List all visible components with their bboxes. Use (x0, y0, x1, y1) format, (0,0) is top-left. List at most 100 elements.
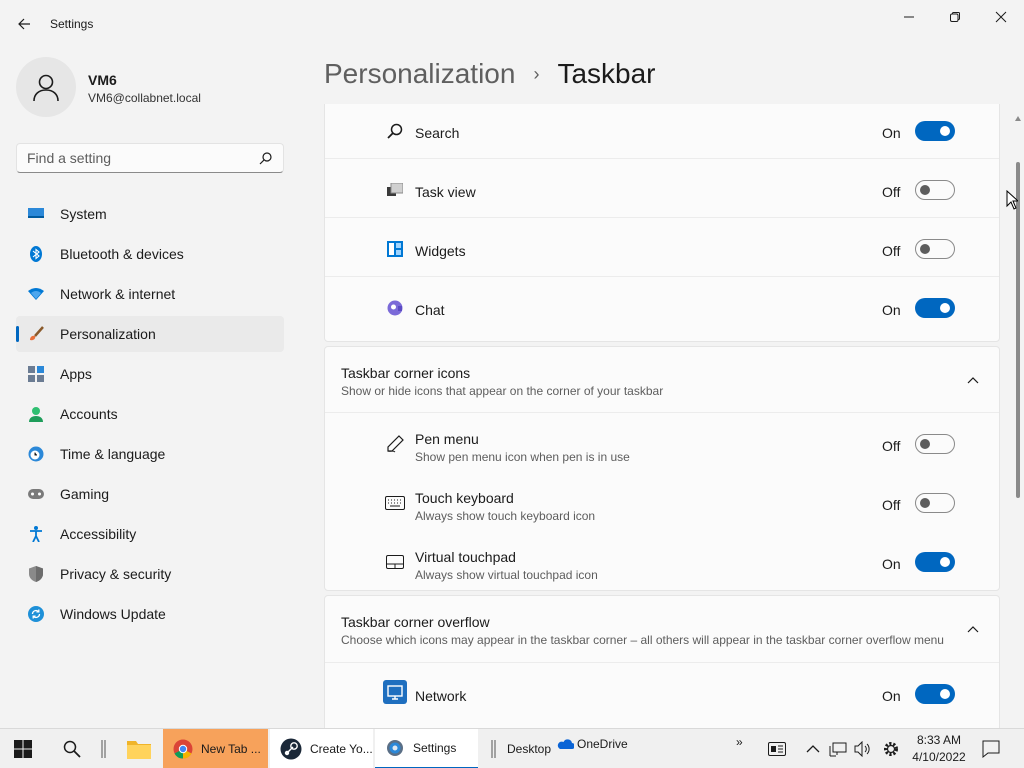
chevron-up-icon (806, 745, 820, 753)
section-description: Show or hide icons that appear on the co… (341, 384, 664, 398)
tray-volume-button[interactable] (854, 729, 872, 768)
corner-overflow-card: Taskbar corner overflow Choose which ico… (324, 595, 1000, 728)
onedrive-cloud-icon (557, 739, 574, 749)
page-title: Taskbar (557, 58, 656, 89)
windows-logo-icon (14, 740, 32, 758)
setting-row-task-view[interactable]: Task view Off (325, 160, 999, 218)
news-widget-button[interactable] (768, 729, 786, 768)
sidebar-nav: System Bluetooth & devices Network & int… (16, 196, 284, 636)
toggle-state: On (882, 302, 901, 318)
section-title: Taskbar corner icons (341, 365, 471, 381)
widgets-icon (385, 239, 405, 259)
settings-content: Search On Task view Off Widgets Off Chat… (324, 104, 1000, 728)
setting-row-pen-menu[interactable]: Pen menu Show pen menu icon when pen is … (325, 414, 999, 473)
toggle-state: On (882, 125, 901, 141)
pen-menu-toggle[interactable] (915, 434, 955, 454)
network-tray-icon (829, 742, 847, 757)
task-view-toggle[interactable] (915, 180, 955, 200)
breadcrumb: Personalization › Taskbar (324, 58, 656, 90)
file-explorer-button[interactable] (127, 729, 151, 768)
restore-button[interactable] (932, 2, 978, 32)
taskbar-items-card: Search On Task view Off Widgets Off Chat… (324, 104, 1000, 342)
virtual-touchpad-toggle[interactable] (915, 552, 955, 572)
sidebar-item-accessibility[interactable]: Accessibility (16, 516, 284, 552)
accessibility-icon (28, 526, 44, 542)
start-button[interactable] (14, 729, 32, 768)
apps-icon (28, 366, 44, 382)
chat-icon (385, 298, 405, 318)
desktop-toolbar[interactable]: Desktop (507, 729, 551, 768)
search-icon[interactable] (259, 151, 273, 168)
sidebar-item-network[interactable]: Network & internet (16, 276, 284, 312)
taskbar-search-button[interactable] (63, 729, 81, 768)
search-input[interactable] (27, 150, 247, 166)
sidebar-item-bluetooth[interactable]: Bluetooth & devices (16, 236, 284, 272)
corner-overflow-header[interactable]: Taskbar corner overflow Choose which ico… (325, 596, 999, 663)
app-title: Settings (50, 17, 94, 31)
sidebar-item-windows-update[interactable]: Windows Update (16, 596, 284, 632)
toggle-state: On (882, 688, 901, 704)
setting-row-virtual-touchpad[interactable]: Virtual touchpad Always show virtual tou… (325, 532, 999, 591)
sidebar-item-time-language[interactable]: Time & language (16, 436, 284, 472)
sidebar-item-apps[interactable]: Apps (16, 356, 284, 392)
setting-row-search[interactable]: Search On (325, 104, 999, 159)
shield-icon (28, 566, 44, 582)
toolbar-overflow-button[interactable]: » (736, 722, 743, 762)
minimize-icon (904, 16, 914, 18)
taskbar-divider (101, 729, 107, 768)
setting-row-chat[interactable]: Chat On (325, 278, 999, 336)
person-icon (33, 74, 59, 102)
notifications-button[interactable] (982, 729, 1000, 768)
taskbar-app-chrome[interactable]: New Tab ... (163, 729, 268, 768)
sidebar-item-personalization[interactable]: Personalization (16, 316, 284, 352)
user-name: VM6 (88, 72, 117, 88)
close-button[interactable] (978, 2, 1024, 32)
touch-keyboard-toggle[interactable] (915, 493, 955, 513)
setting-row-network[interactable]: Network On (325, 664, 999, 722)
breadcrumb-parent[interactable]: Personalization (324, 58, 515, 90)
onedrive-toolbar[interactable]: OneDrive (556, 724, 628, 764)
corner-icons-header[interactable]: Taskbar corner icons Show or hide icons … (325, 347, 999, 413)
section-description: Choose which icons may appear in the tas… (341, 633, 944, 647)
taskbar-clock[interactable]: 8:33 AM 4/10/2022 (912, 732, 966, 766)
network-toggle[interactable] (915, 684, 955, 704)
tray-settings-button[interactable] (882, 729, 900, 768)
person-icon (28, 406, 44, 422)
back-button[interactable] (10, 10, 38, 38)
os-taskbar: New Tab ... Create Yo... Settings Deskto… (0, 728, 1024, 768)
taskbar-app-steam[interactable]: Create Yo... (270, 729, 373, 768)
sidebar-item-accounts[interactable]: Accounts (16, 396, 284, 432)
clock-globe-icon (28, 446, 44, 462)
wifi-icon (28, 286, 44, 302)
notification-icon (982, 740, 1000, 758)
toggle-state: On (882, 556, 901, 572)
search-toggle[interactable] (915, 121, 955, 141)
setting-row-touch-keyboard[interactable]: Touch keyboard Always show touch keyboar… (325, 473, 999, 532)
search-box[interactable] (16, 143, 284, 173)
update-icon (28, 606, 44, 622)
breadcrumb-separator: › (533, 63, 540, 84)
tray-overflow-button[interactable] (806, 729, 820, 768)
minimize-button[interactable] (886, 2, 932, 32)
chrome-icon (173, 739, 193, 759)
chat-toggle[interactable] (915, 298, 955, 318)
sidebar-item-privacy[interactable]: Privacy & security (16, 556, 284, 592)
toggle-state: Off (882, 497, 901, 513)
taskbar-app-settings[interactable]: Settings (375, 729, 478, 768)
folder-icon (127, 741, 151, 759)
scroll-up-icon[interactable] (1015, 108, 1021, 124)
toggle-state: Off (882, 438, 901, 454)
avatar[interactable] (16, 57, 76, 117)
chevron-up-icon[interactable] (965, 372, 981, 388)
sidebar-item-system[interactable]: System (16, 196, 284, 232)
back-arrow-icon (18, 18, 30, 30)
tray-network-button[interactable] (829, 729, 847, 768)
setting-row-widgets[interactable]: Widgets Off (325, 219, 999, 277)
sidebar-item-gaming[interactable]: Gaming (16, 476, 284, 512)
clock-time: 8:33 AM (916, 733, 962, 747)
keyboard-icon (385, 493, 405, 513)
toggle-state: Off (882, 184, 901, 200)
toggle-state: Off (882, 243, 901, 259)
widgets-toggle[interactable] (915, 239, 955, 259)
chevron-up-icon[interactable] (965, 621, 981, 637)
